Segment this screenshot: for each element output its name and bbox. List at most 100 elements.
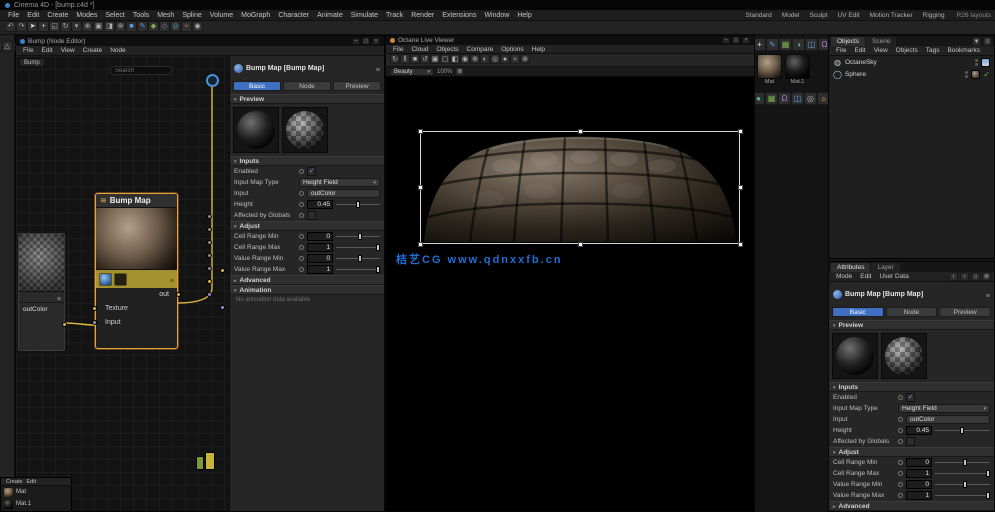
bump-map-node[interactable]: ≋ Bump Map out Texture Input: [92, 193, 181, 349]
canvas-color-chip[interactable]: [196, 456, 204, 470]
clay-mode-icon[interactable]: ●: [500, 54, 510, 64]
tab-basic[interactable]: Basic: [233, 81, 281, 91]
redo-icon[interactable]: ↷: [16, 20, 27, 32]
keyframe-dot-icon[interactable]: [299, 245, 304, 250]
menu-item[interactable]: Tools: [129, 12, 153, 19]
window-button[interactable]: ×: [372, 37, 380, 45]
height-slider[interactable]: [935, 426, 990, 435]
image-tag-icon[interactable]: [114, 272, 127, 286]
layouts-label[interactable]: R26 layouts: [957, 12, 991, 19]
node-port-dot[interactable]: [207, 292, 212, 297]
node-port-dot[interactable]: [207, 253, 212, 258]
value-range-max-slider[interactable]: [336, 265, 381, 274]
menu-item[interactable]: File: [4, 12, 23, 19]
add-camera-icon[interactable]: ◉: [192, 20, 203, 32]
slider-knob[interactable]: [959, 427, 964, 434]
graph-tab[interactable]: Bump: [19, 58, 45, 67]
menu-item[interactable]: Animate: [313, 12, 347, 19]
section-adjust[interactable]: Adjust: [230, 221, 384, 231]
outcolor-node[interactable]: outColor: [18, 233, 67, 351]
node-port-dot[interactable]: [207, 214, 212, 219]
selection-handle[interactable]: [418, 185, 423, 190]
coordinate-system-icon[interactable]: ⊕: [82, 20, 93, 32]
rotate-icon[interactable]: ↻: [60, 20, 71, 32]
live-selection-icon[interactable]: ➤: [27, 20, 38, 32]
menu-item[interactable]: Window: [480, 12, 513, 19]
sculpt-icon[interactable]: ◑: [792, 38, 805, 51]
layout-tab[interactable]: Standard: [740, 12, 776, 19]
menu-item[interactable]: Extensions: [438, 12, 480, 19]
input-link-field[interactable]: outColor: [906, 415, 990, 424]
menu-item[interactable]: File: [19, 47, 37, 54]
region-render-icon[interactable]: ▢: [440, 54, 450, 64]
keyframe-dot-icon[interactable]: [299, 191, 304, 196]
preview-thumb-flat[interactable]: [233, 107, 279, 153]
enabled-checkbox[interactable]: [906, 393, 915, 402]
section-inputs[interactable]: Inputs: [829, 382, 994, 392]
keyframe-dot-icon[interactable]: [299, 234, 304, 239]
stop-render-icon[interactable]: ■: [410, 54, 420, 64]
render-view-icon[interactable]: ▣: [93, 20, 104, 32]
keyframe-dot-icon[interactable]: [898, 482, 903, 487]
panel-menu-icon[interactable]: [986, 285, 990, 303]
height-value-field[interactable]: 0.45: [906, 426, 932, 435]
bump-out-port[interactable]: [176, 292, 181, 297]
layout-tab[interactable]: UV Edit: [833, 12, 865, 19]
scale-icon[interactable]: ◱: [49, 20, 60, 32]
settings-icon[interactable]: ⊛: [520, 54, 530, 64]
menu-item[interactable]: Edit: [37, 47, 56, 54]
section-animation[interactable]: Animation: [230, 285, 384, 295]
nav-button[interactable]: ⌂: [971, 272, 980, 281]
material-name[interactable]: Mat: [16, 489, 26, 495]
slider-knob[interactable]: [355, 201, 360, 208]
node-port-dot[interactable]: [207, 279, 212, 284]
menu-item[interactable]: Mode: [832, 273, 856, 280]
node-port-dot[interactable]: [220, 268, 225, 273]
bump-input-port[interactable]: [92, 320, 97, 325]
camera-lock-icon[interactable]: ◎: [490, 54, 500, 64]
menu-item[interactable]: Create: [43, 12, 72, 19]
node-graph-canvas[interactable]: Bump outColor: [16, 56, 229, 511]
keyframe-dot-icon[interactable]: [898, 460, 903, 465]
cell-range-min-slider[interactable]: [336, 232, 380, 241]
texture-tag-icon[interactable]: [99, 272, 112, 286]
visibility-dots[interactable]: [975, 58, 978, 66]
symmetry-icon[interactable]: ◫: [805, 38, 818, 51]
menu-item[interactable]: Objects: [892, 47, 922, 54]
section-advanced[interactable]: Advanced: [230, 275, 384, 285]
tab-preview[interactable]: Preview: [939, 307, 992, 317]
menu-item[interactable]: Create: [4, 479, 25, 485]
slider-knob[interactable]: [376, 266, 381, 273]
render-picture-viewer-icon[interactable]: ◨: [104, 20, 115, 32]
target-tool-icon[interactable]: ◎: [804, 92, 817, 105]
affected-by-globals-checkbox[interactable]: [307, 211, 316, 220]
keyframe-dot-icon[interactable]: [898, 439, 903, 444]
section-adjust[interactable]: Adjust: [829, 447, 994, 457]
material-tag-icon[interactable]: [971, 69, 981, 79]
pick-focus-icon[interactable]: ⊕: [470, 54, 480, 64]
selection-handle[interactable]: [578, 129, 583, 134]
slider-knob[interactable]: [962, 459, 967, 466]
grid-tool-icon[interactable]: ▦: [765, 92, 778, 105]
tab-scene[interactable]: Scene: [866, 37, 897, 46]
node-search-input[interactable]: [110, 66, 172, 75]
mirror-tool-icon[interactable]: ◫: [791, 92, 804, 105]
value-range-min-slider[interactable]: [336, 254, 380, 263]
selection-handle[interactable]: [418, 242, 423, 247]
add-cube-icon[interactable]: ■: [126, 20, 137, 32]
keyframe-dot-icon[interactable]: [299, 213, 304, 218]
cell-range-min-field[interactable]: 0: [906, 458, 932, 467]
sky-tag-icon[interactable]: [981, 57, 990, 67]
pick-white-balance-icon[interactable]: ◐: [480, 54, 490, 64]
section-preview[interactable]: Preview: [230, 94, 384, 104]
keyframe-dot-icon[interactable]: [299, 267, 304, 272]
slider-knob[interactable]: [376, 244, 381, 251]
magnet-tool-icon[interactable]: Ω: [778, 92, 791, 105]
material-row[interactable]: Mat: [1, 486, 71, 498]
lock-resolution-icon[interactable]: ▣: [430, 54, 440, 64]
window-button[interactable]: –: [722, 37, 730, 44]
menu-item[interactable]: Tags: [922, 47, 944, 54]
keyframe-dot-icon[interactable]: [299, 169, 304, 174]
menu-item[interactable]: Edit: [25, 479, 38, 485]
tab-basic[interactable]: Basic: [832, 307, 884, 317]
